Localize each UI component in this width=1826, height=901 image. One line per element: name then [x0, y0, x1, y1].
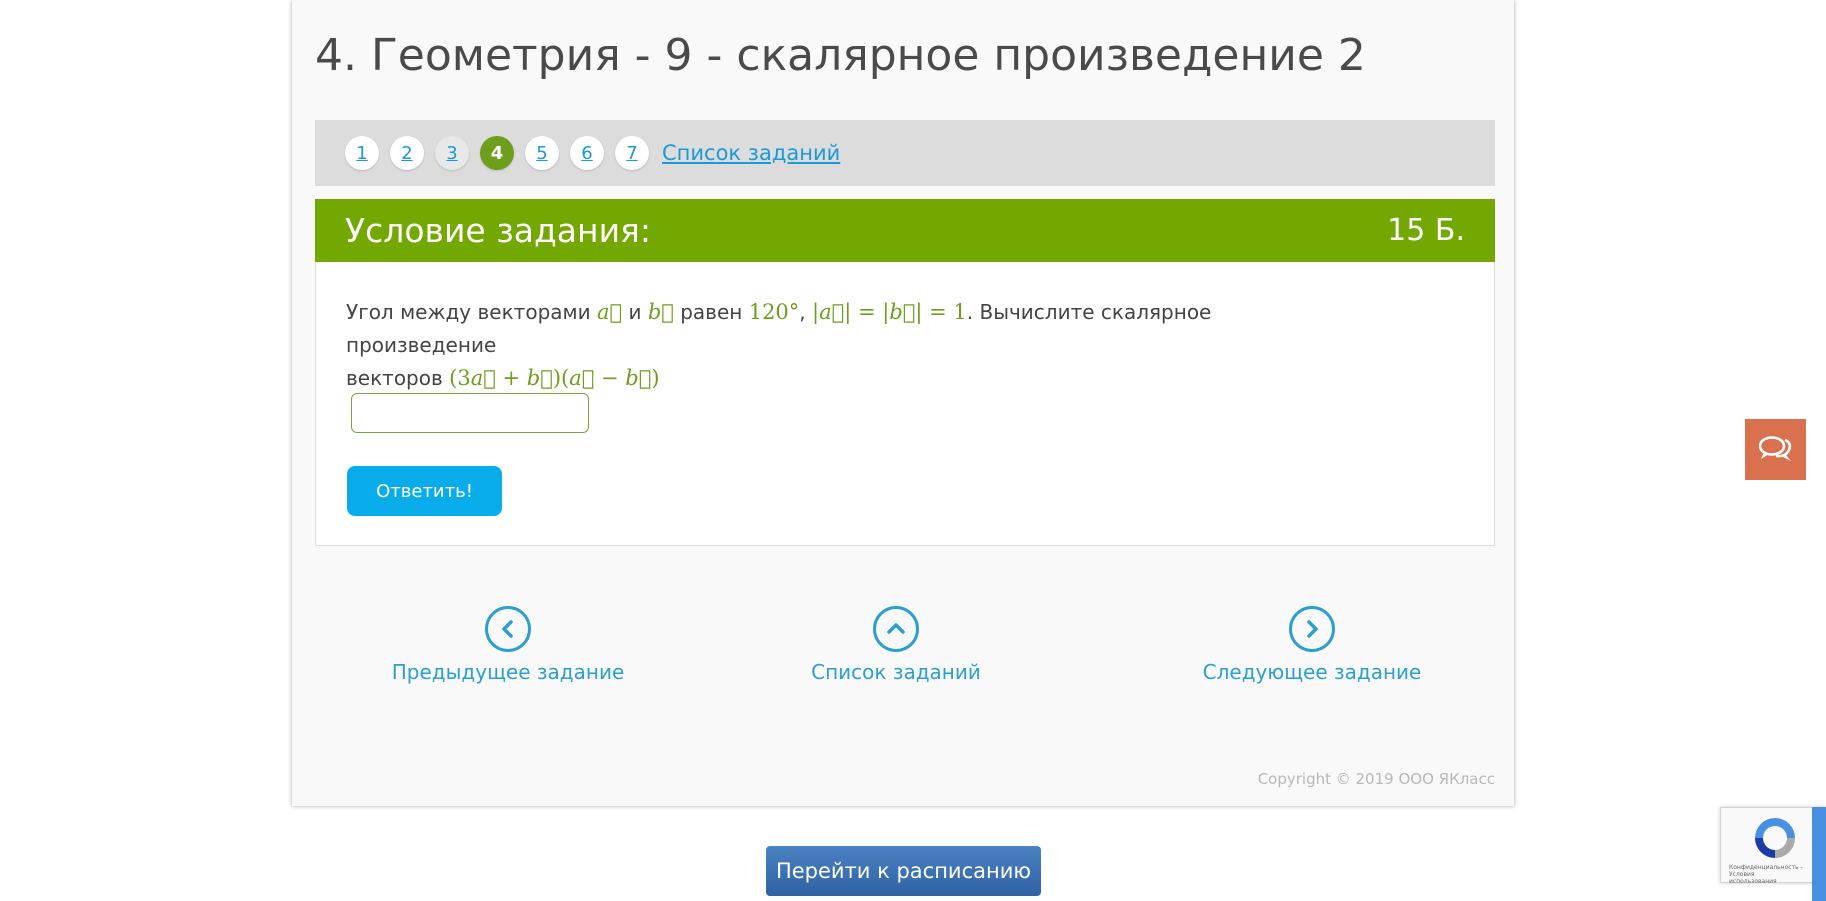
- task-list-bottom-label: Список заданий: [811, 660, 981, 684]
- go-to-schedule-button[interactable]: Перейти к расписанию: [766, 846, 1041, 896]
- bottom-navigation: Предыдущее задание Список заданий Следую…: [292, 606, 1514, 696]
- submit-answer-button[interactable]: Ответить!: [347, 466, 502, 516]
- chevron-left-icon: [485, 606, 531, 652]
- task-text-and: и: [628, 300, 642, 324]
- main-container: 4. Геометрия - 9 - скалярное произведени…: [292, 0, 1514, 806]
- previous-task-link[interactable]: Предыдущее задание: [392, 606, 624, 684]
- task-number-3[interactable]: 3: [435, 136, 469, 170]
- task-text-part1: Угол между векторами: [346, 300, 591, 324]
- page-title: 4. Геометрия - 9 - скалярное произведени…: [315, 30, 1366, 81]
- task-number-1[interactable]: 1: [345, 136, 379, 170]
- recaptcha-icon: [1755, 818, 1795, 858]
- task-number-4[interactable]: 4: [480, 136, 514, 170]
- task-statement: Угол между векторами a⃗ и b⃗ равен 120°,…: [346, 300, 1212, 390]
- chat-icon: [1758, 435, 1791, 461]
- task-text-part2: равен: [680, 300, 743, 324]
- chevron-up-icon: [873, 606, 919, 652]
- task-navigation: 1 2 3 4 5 6 7 Список заданий: [315, 120, 1495, 186]
- task-number-7[interactable]: 7: [615, 136, 649, 170]
- task-number-6[interactable]: 6: [570, 136, 604, 170]
- vector-a: a⃗: [596, 300, 623, 324]
- task-panel: Условие задания: 15 Б. Угол между вектор…: [315, 199, 1495, 546]
- task-header-title: Условие задания:: [345, 211, 652, 250]
- recaptcha-tab[interactable]: [1812, 807, 1826, 901]
- task-list-link[interactable]: Список заданий: [662, 141, 840, 165]
- task-header: Условие задания: 15 Б.: [315, 199, 1495, 262]
- chevron-right-icon: [1289, 606, 1335, 652]
- chat-button[interactable]: [1745, 419, 1806, 480]
- vector-b: b⃗: [647, 300, 674, 324]
- task-number-2[interactable]: 2: [390, 136, 424, 170]
- task-score: 15 Б.: [1387, 213, 1465, 248]
- answer-input[interactable]: [351, 393, 589, 433]
- vector-magnitudes: |a⃗| = |b⃗| = 1: [812, 300, 967, 324]
- dot-product-expression: (3a⃗ + b⃗)(a⃗ − b⃗): [449, 366, 660, 390]
- angle-value: 120°: [748, 300, 800, 324]
- recaptcha-text: Конфиденциальность - Условия использован…: [1729, 864, 1803, 885]
- previous-task-label: Предыдущее задание: [391, 660, 625, 684]
- copyright: Copyright © 2019 ООО ЯКласс: [1257, 770, 1495, 788]
- task-text-part4: векторов: [346, 366, 443, 390]
- task-list-bottom-link[interactable]: Список заданий: [805, 606, 987, 684]
- task-number-5[interactable]: 5: [525, 136, 559, 170]
- next-task-link[interactable]: Следующее задание: [1203, 606, 1421, 684]
- recaptcha-badge[interactable]: Конфиденциальность - Условия использован…: [1720, 807, 1826, 885]
- next-task-label: Следующее задание: [1202, 660, 1422, 684]
